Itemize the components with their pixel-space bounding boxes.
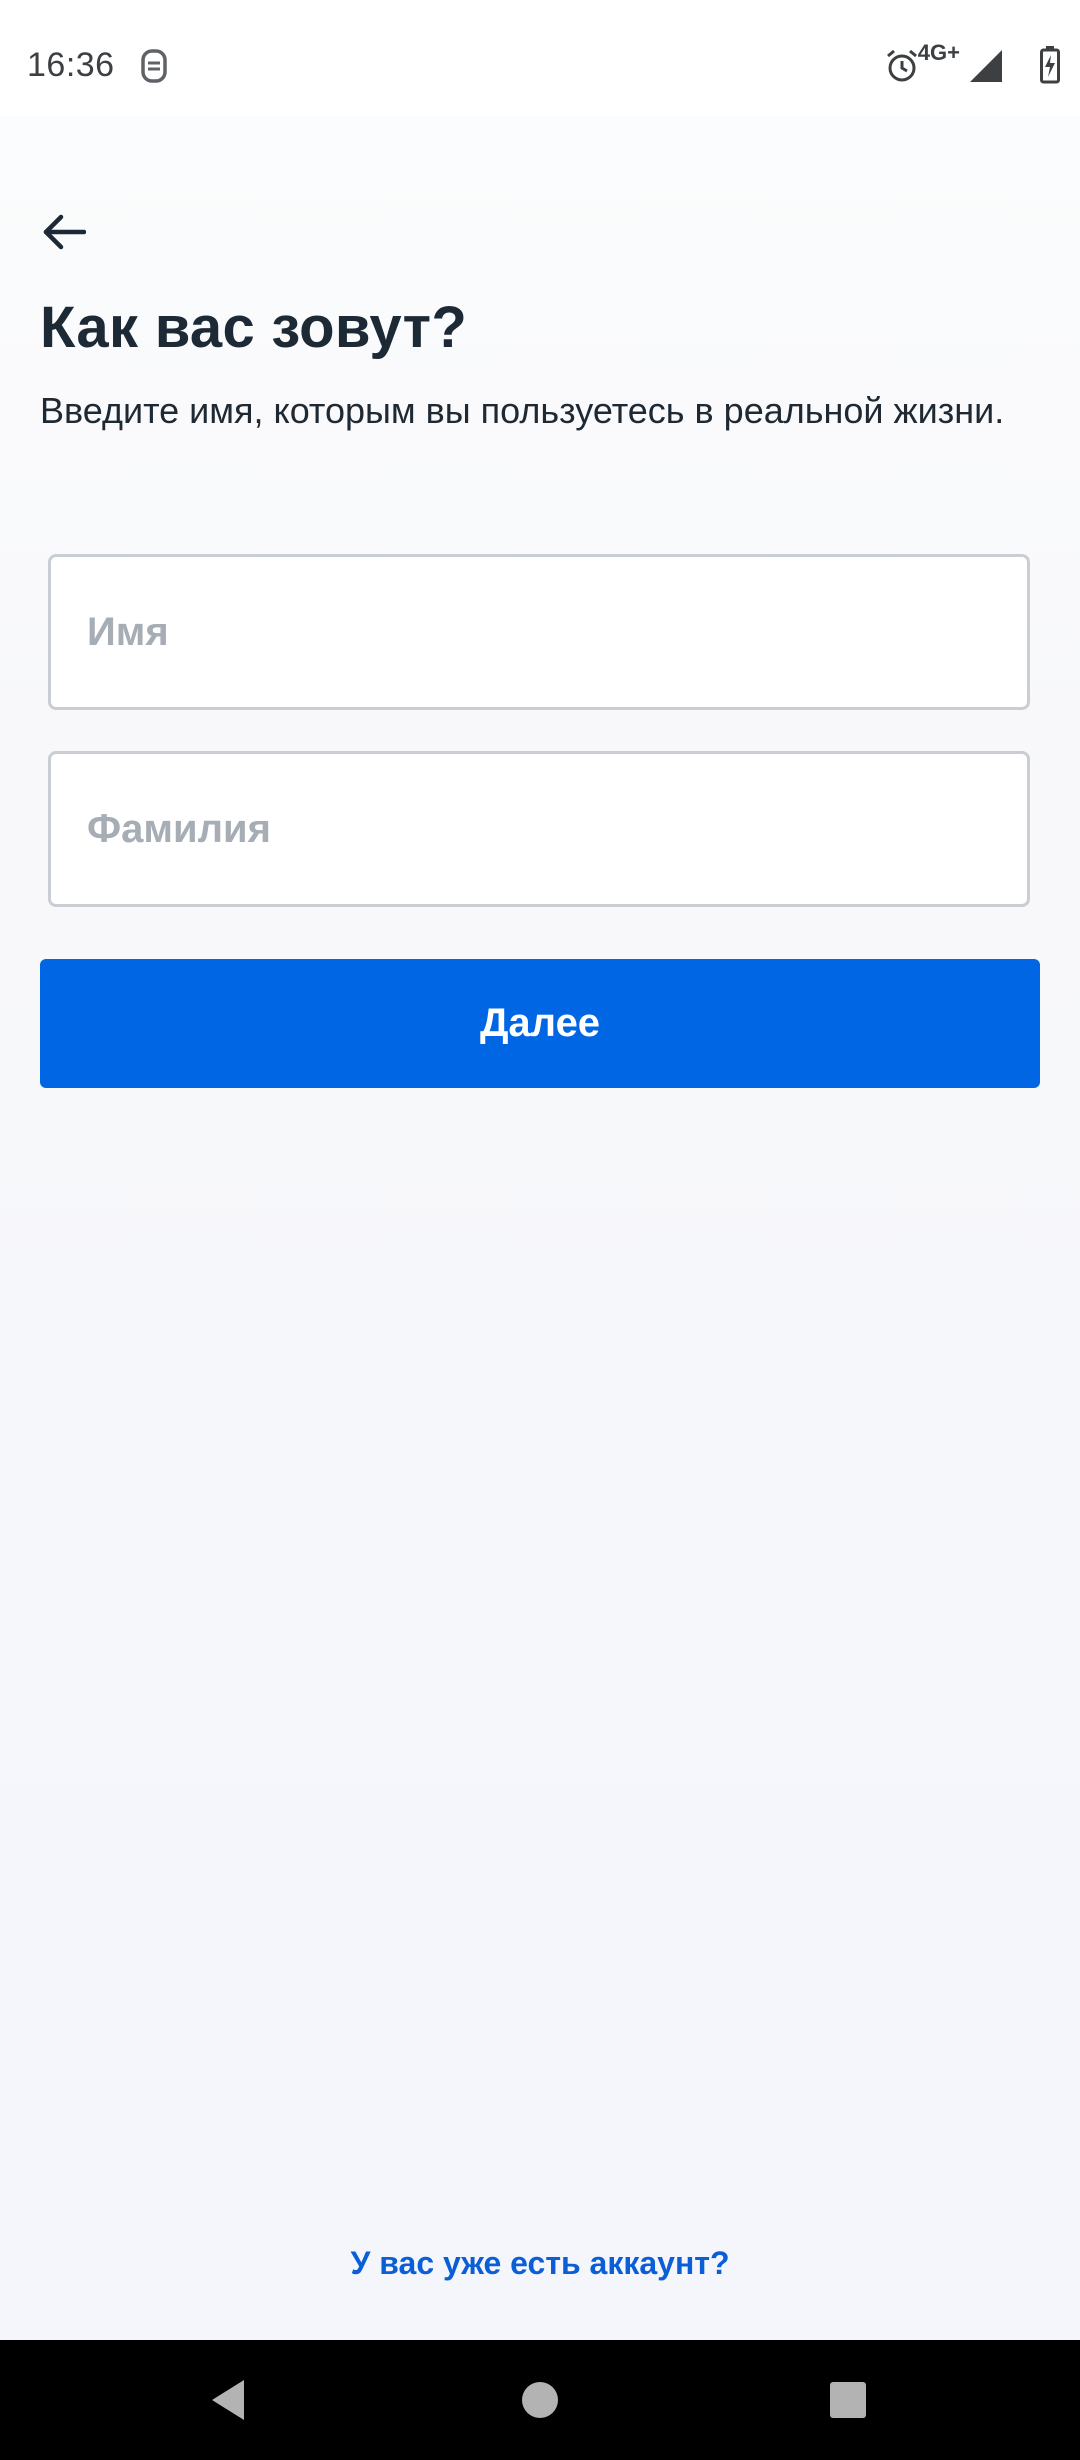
app-notification-icon: [140, 48, 168, 84]
nav-back-icon: [212, 2380, 244, 2420]
first-name-field[interactable]: [48, 554, 1030, 710]
network-type-label: 4G+: [917, 40, 960, 65]
battery-icon: [1040, 46, 1060, 84]
page-subtitle: Введите имя, которым вы пользуетесь в ре…: [40, 390, 1005, 431]
status-bar: 16:36 4G+: [0, 0, 1080, 116]
next-button[interactable]: Далее: [40, 959, 1040, 1088]
signal-icon: [970, 50, 1002, 82]
nav-back-button[interactable]: [190, 2362, 266, 2438]
page-title: Как вас зовут?: [40, 295, 468, 360]
nav-recents-button[interactable]: [810, 2362, 886, 2438]
back-button[interactable]: [28, 196, 100, 268]
first-name-input[interactable]: [51, 557, 1027, 707]
alarm-icon: [887, 49, 917, 82]
nav-home-icon: [522, 2382, 558, 2418]
existing-account-link[interactable]: У вас уже есть аккаунт?: [0, 2245, 1080, 2282]
signup-name-screen: Как вас зовут? Введите имя, которым вы п…: [0, 116, 1080, 2340]
last-name-input[interactable]: [51, 754, 1027, 904]
status-time: 16:36: [27, 46, 115, 84]
arrow-left-icon: [43, 214, 86, 250]
last-name-field[interactable]: [48, 751, 1030, 907]
nav-home-button[interactable]: [502, 2362, 578, 2438]
system-navigation-bar: [0, 2340, 1080, 2460]
nav-recents-icon: [830, 2382, 866, 2418]
